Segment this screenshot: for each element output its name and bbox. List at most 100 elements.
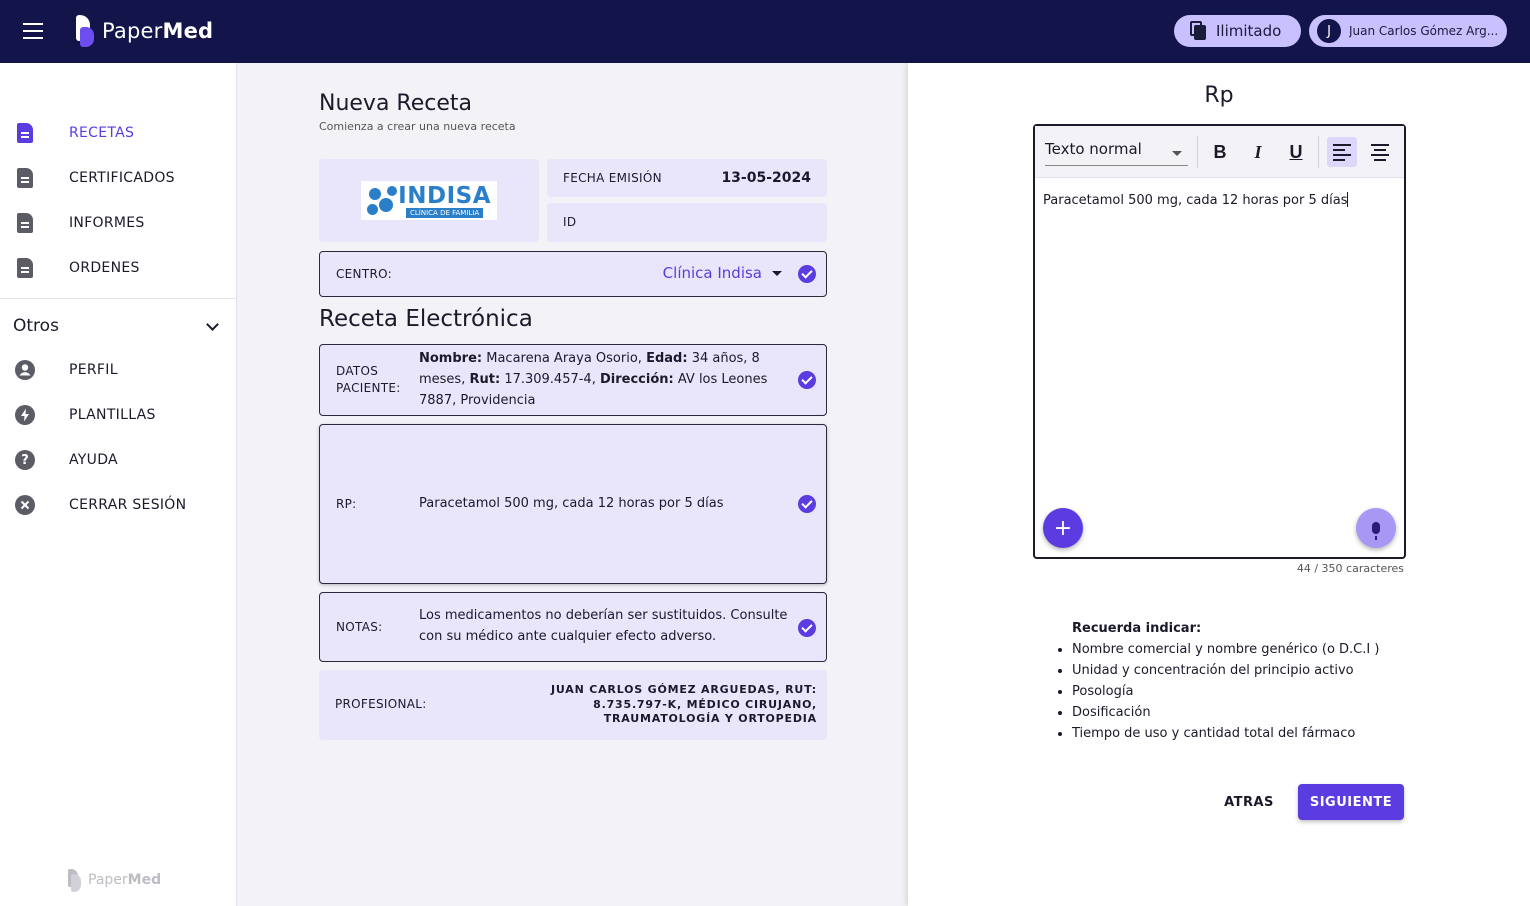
page-title: Nueva Receta [319, 91, 473, 116]
rp-row[interactable]: RP: Paracetamol 500 mg, cada 12 horas po… [319, 424, 827, 584]
papermed-logo-icon [68, 869, 81, 892]
document-icon [15, 123, 35, 143]
microphone-button[interactable] [1356, 508, 1396, 548]
reminder-list: Nombre comercial y nombre genérico (o D.… [1054, 639, 1414, 744]
prescription-preview: Nueva Receta Comienza a crear una nueva … [237, 63, 908, 906]
dropdown-arrow-icon [772, 270, 782, 276]
clinic-logo-card: INDISA CLÍNICA DE FAMILIA [319, 159, 539, 242]
sidebar-item-label: CERRAR SESIÓN [69, 497, 187, 513]
check-circle-icon [798, 619, 816, 637]
sidebar-item-label: PLANTILLAS [69, 407, 156, 423]
datos-paciente-row[interactable]: DATOS PACIENTE: Nombre: Macarena Araya O… [319, 344, 827, 416]
text-style-value: Texto normal [1045, 140, 1142, 158]
align-center-button[interactable] [1365, 137, 1395, 167]
list-item: Dosificación [1072, 702, 1414, 723]
plan-label: Ilimitado [1216, 22, 1282, 40]
plan-chip[interactable]: Ilimitado [1174, 15, 1301, 47]
align-left-button[interactable] [1327, 137, 1357, 167]
list-item: Unidad y concentración del principio act… [1072, 660, 1414, 681]
add-button[interactable]: + [1043, 508, 1083, 548]
id-field: ID [547, 203, 827, 242]
sidebar-item-label: PERFIL [69, 362, 118, 378]
sidebar-item-informes[interactable]: INFORMES [0, 203, 236, 243]
user-name: Juan Carlos Gómez Arg... [1349, 24, 1499, 38]
bold-button[interactable]: B [1205, 137, 1235, 167]
text-style-select[interactable]: Texto normal [1045, 140, 1188, 166]
notas-row[interactable]: NOTAS: Los medicamentos no deberían ser … [319, 592, 827, 662]
sidebar-item-label: CERTIFICADOS [69, 170, 175, 186]
reminder-title: Recuerda indicar: [1072, 621, 1202, 636]
character-counter: 44 / 350 caracteres [1296, 562, 1404, 575]
rich-text-editor[interactable]: Texto normal B I U Paracetamol 500 mg, c… [1033, 124, 1406, 559]
italic-button[interactable]: I [1243, 137, 1273, 167]
cancel-icon [15, 495, 35, 515]
footer-logo: PaperMed [68, 869, 162, 892]
centro-label: CENTRO: [336, 267, 392, 281]
papermed-logo-icon [76, 15, 96, 47]
sidebar-item-recetas[interactable]: RECETAS [0, 113, 236, 153]
rp-editor-panel: Rp Texto normal B I U Paracetamol 500 mg… [908, 63, 1530, 906]
notas-label: NOTAS: [336, 620, 383, 634]
datos-paciente-label: DATOS PACIENTE: [336, 364, 401, 395]
datos-paciente-value: Nombre: Macarena Araya Osorio, Edad: 34 … [419, 351, 768, 408]
rp-value: Paracetamol 500 mg, cada 12 horas por 5 … [419, 496, 724, 511]
align-left-icon [1333, 144, 1351, 161]
papermed-logo[interactable]: PaperMed [76, 14, 213, 48]
avatar: J [1317, 19, 1341, 43]
reminder-box: Recuerda indicar: Nombre comercial y nom… [1054, 618, 1414, 744]
top-app-bar: PaperMed Ilimitado J Juan Carlos Gómez A… [0, 0, 1530, 63]
back-button[interactable]: ATRAS [1214, 784, 1284, 820]
section-title: Receta Electrónica [319, 306, 533, 332]
sidebar: RECETAS CERTIFICADOS INFORMES ORDENES Ot… [0, 63, 237, 906]
document-icon [15, 258, 35, 278]
sidebar-divider [0, 298, 236, 299]
check-circle-icon [798, 495, 816, 513]
check-circle-icon [798, 371, 816, 389]
sidebar-item-ordenes[interactable]: ORDENES [0, 248, 236, 288]
page-subtitle: Comienza a crear una nueva receta [319, 120, 516, 133]
indisa-logo-tagline: CLÍNICA DE FAMILIA [406, 207, 484, 218]
editor-toolbar: Texto normal B I U [1035, 126, 1404, 178]
brand-name: PaperMed [102, 19, 214, 43]
sidebar-item-label: RECETAS [69, 125, 135, 141]
toolbar-divider [1318, 136, 1319, 168]
dropdown-arrow-icon [1172, 151, 1182, 156]
rp-label: RP: [336, 497, 357, 511]
footer-brand: PaperMed [88, 872, 162, 888]
centro-select-value: Clínica Indisa [662, 264, 762, 282]
underline-button[interactable]: U [1281, 137, 1311, 167]
toolbar-divider [1197, 136, 1198, 168]
sidebar-item-ayuda[interactable]: ? AYUDA [0, 440, 236, 480]
indisa-logo-text: INDISA [398, 182, 491, 209]
editor-title: Rp [1204, 83, 1234, 108]
editor-content[interactable]: Paracetamol 500 mg, cada 12 horas por 5 … [1043, 192, 1349, 208]
user-chip[interactable]: J Juan Carlos Gómez Arg... [1309, 15, 1507, 47]
sidebar-item-label: ORDENES [69, 260, 140, 276]
next-button[interactable]: SIGUIENTE [1298, 784, 1404, 820]
sidebar-item-label: AYUDA [69, 452, 118, 468]
fecha-emision-value: 13-05-2024 [721, 170, 811, 186]
chevron-down-icon [206, 317, 219, 331]
document-icon [15, 213, 35, 233]
id-label: ID [563, 215, 577, 229]
sidebar-item-cerrar-sesion[interactable]: CERRAR SESIÓN [0, 485, 236, 525]
notas-value: Los medicamentos no deberían ser sustitu… [419, 608, 788, 644]
microphone-icon [1372, 522, 1380, 540]
account-circle-icon [15, 360, 35, 380]
bolt-icon [15, 405, 35, 425]
centro-field: CENTRO: Clínica Indisa [319, 251, 827, 297]
sidebar-item-plantillas[interactable]: PLANTILLAS [0, 395, 236, 435]
list-item: Nombre comercial y nombre genérico (o D.… [1072, 639, 1414, 660]
centro-select[interactable]: Clínica Indisa [663, 264, 782, 282]
sidebar-item-label: INFORMES [69, 215, 145, 231]
documents-icon [1190, 21, 1206, 41]
otros-label: Otros [13, 316, 59, 336]
profesional-row: PROFESIONAL: JUAN CARLOS GÓMEZ ARGUEDAS,… [319, 670, 827, 740]
list-item: Tiempo de uso y cantidad total del fárma… [1072, 723, 1414, 744]
indisa-logo: INDISA CLÍNICA DE FAMILIA [361, 181, 497, 220]
list-item: Posología [1072, 681, 1414, 702]
sidebar-item-perfil[interactable]: PERFIL [0, 350, 236, 390]
hamburger-menu-icon[interactable] [20, 20, 46, 42]
sidebar-item-certificados[interactable]: CERTIFICADOS [0, 158, 236, 198]
otros-section-toggle[interactable]: Otros [13, 314, 223, 338]
